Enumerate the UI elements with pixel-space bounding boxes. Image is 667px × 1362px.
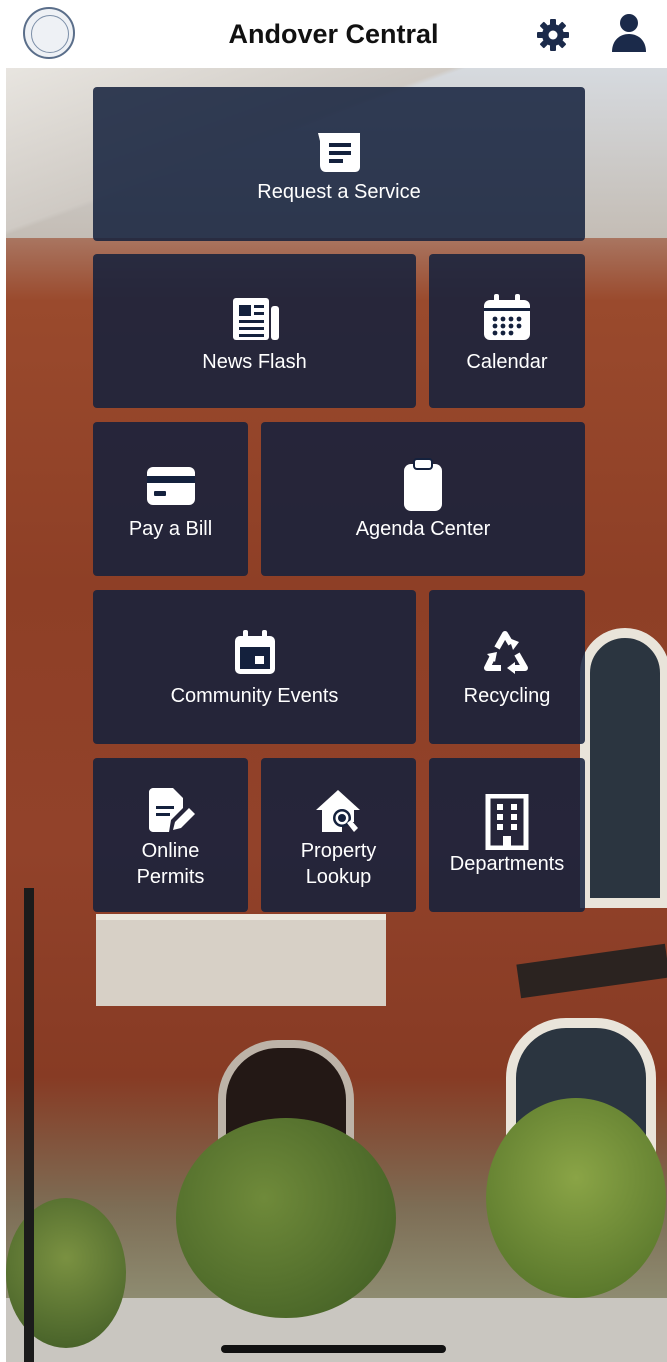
news-flash-label: News Flash <box>202 351 307 373</box>
pay-bill-label: Pay a Bill <box>128 518 213 540</box>
departments-label: Departments <box>449 853 565 875</box>
property-lookup-tile[interactable]: Property Lookup <box>261 758 416 912</box>
agenda-center-tile[interactable]: Agenda Center <box>261 422 585 576</box>
agenda-center-label: Agenda Center <box>355 518 491 540</box>
calendar-icon <box>429 294 585 342</box>
credit-card-icon <box>93 466 248 506</box>
property-lookup-label-line1: Property <box>300 840 377 862</box>
lamp-post <box>24 888 34 1362</box>
recycle-icon <box>429 626 585 680</box>
online-permits-label-line2: Permits <box>136 866 205 888</box>
shrub <box>176 1118 396 1318</box>
gear-icon[interactable] <box>534 16 572 54</box>
request-service-label: Request a Service <box>257 181 421 203</box>
calendar-label: Calendar <box>466 351 548 373</box>
property-lookup-label-line2: Lookup <box>305 866 372 888</box>
pay-bill-tile[interactable]: Pay a Bill <box>93 422 248 576</box>
balcony <box>96 914 386 1006</box>
request-list-icon <box>93 131 585 173</box>
permit-document-icon <box>93 786 248 836</box>
building-icon <box>429 794 585 850</box>
home-indicator[interactable] <box>221 1345 446 1353</box>
online-permits-tile[interactable]: Online Permits <box>93 758 248 912</box>
clipboard-icon <box>261 458 585 512</box>
house-search-icon <box>261 788 416 836</box>
request-service-tile[interactable]: Request a Service <box>93 87 585 241</box>
recycling-label: Recycling <box>463 685 551 707</box>
community-events-label: Community Events <box>170 685 339 707</box>
user-icon[interactable] <box>608 12 650 54</box>
calendar-tile[interactable]: Calendar <box>429 254 585 408</box>
tree <box>486 1098 666 1298</box>
calendar-event-icon <box>93 630 416 676</box>
newspaper-icon <box>93 296 416 342</box>
recycling-tile[interactable]: Recycling <box>429 590 585 744</box>
arched-window <box>580 628 667 908</box>
welcome-sign <box>516 943 667 999</box>
departments-tile[interactable]: Departments <box>429 758 585 912</box>
news-flash-tile[interactable]: News Flash <box>93 254 416 408</box>
app-header: Andover Central <box>0 0 667 68</box>
online-permits-label-line1: Online <box>141 840 200 862</box>
community-events-tile[interactable]: Community Events <box>93 590 416 744</box>
